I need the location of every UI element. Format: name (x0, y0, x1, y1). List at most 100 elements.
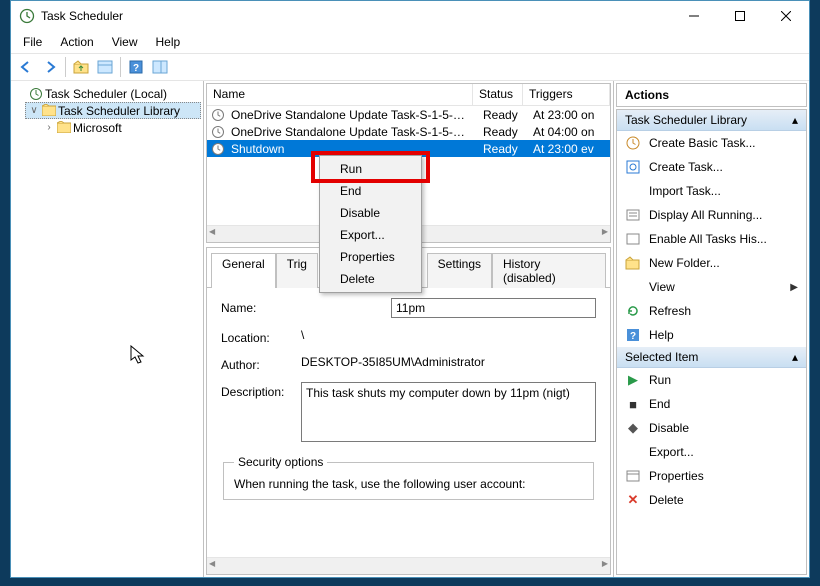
actions-pane: Actions Task Scheduler Library ▴ Create … (614, 81, 809, 577)
tab-body-general: Name: Location: \ Author: DESKTOP-35I85U… (207, 287, 610, 517)
action-new-folder[interactable]: New Folder... (617, 251, 806, 275)
action-view[interactable]: View▶ (617, 275, 806, 299)
menu-file[interactable]: File (15, 33, 50, 51)
clock-icon (211, 125, 225, 139)
back-button[interactable] (15, 56, 37, 78)
action-delete[interactable]: ✕Delete (617, 488, 806, 512)
tree-library-label: Task Scheduler Library (58, 104, 180, 118)
import-icon (625, 183, 641, 199)
window-title: Task Scheduler (41, 9, 671, 23)
action-disable[interactable]: ◆Disable (617, 416, 806, 440)
menubar: File Action View Help (11, 31, 809, 53)
actions-section-selected[interactable]: Selected Item ▴ (617, 347, 806, 368)
tree-microsoft-label: Microsoft (73, 121, 122, 135)
maximize-button[interactable] (717, 1, 763, 31)
ctx-end[interactable]: End (322, 180, 419, 202)
task-row[interactable]: OneDrive Standalone Update Task-S-1-5-21… (207, 123, 610, 140)
ctx-disable[interactable]: Disable (322, 202, 419, 224)
action-export[interactable]: Export... (617, 440, 806, 464)
actions-header: Actions (616, 83, 807, 107)
description-field[interactable] (301, 382, 596, 442)
stop-icon: ■ (625, 396, 641, 412)
tree-root[interactable]: Task Scheduler (Local) (13, 85, 201, 102)
delete-icon: ✕ (625, 492, 641, 508)
action-end[interactable]: ■End (617, 392, 806, 416)
actions-section-library[interactable]: Task Scheduler Library ▴ (617, 110, 806, 131)
action-create-basic-task[interactable]: Create Basic Task... (617, 131, 806, 155)
collapse-triangle-icon: ▴ (792, 350, 798, 364)
up-folder-button[interactable] (70, 56, 92, 78)
tab-history[interactable]: History (disabled) (492, 253, 606, 288)
svg-text:?: ? (133, 63, 139, 74)
play-icon: ▶ (625, 372, 641, 388)
action-refresh[interactable]: Refresh (617, 299, 806, 323)
folder-icon (57, 121, 71, 135)
expand-icon[interactable]: ∨ (28, 105, 40, 116)
tree-microsoft[interactable]: › Microsoft (41, 119, 201, 136)
tab-general[interactable]: General (211, 253, 276, 288)
ctx-delete[interactable]: Delete (322, 268, 419, 290)
properties-button[interactable] (94, 56, 116, 78)
name-field[interactable] (391, 298, 596, 318)
list-header[interactable]: Name Status Triggers (207, 84, 610, 106)
security-legend: Security options (234, 455, 327, 469)
expand-icon[interactable]: › (43, 122, 55, 133)
forward-button[interactable] (39, 56, 61, 78)
column-status[interactable]: Status (473, 84, 523, 105)
context-menu[interactable]: Run End Disable Export... Properties Del… (319, 155, 422, 293)
refresh-icon (625, 303, 641, 319)
tab-triggers[interactable]: Trig (276, 253, 318, 288)
author-value: DESKTOP-35I85UM\Administrator (301, 355, 596, 369)
menu-help[interactable]: Help (148, 33, 189, 51)
disable-icon: ◆ (625, 420, 641, 436)
svg-text:?: ? (630, 331, 636, 342)
history-icon (625, 231, 641, 247)
action-create-task[interactable]: Create Task... (617, 155, 806, 179)
help-button[interactable]: ? (125, 56, 147, 78)
app-icon (19, 8, 35, 24)
wizard-icon (625, 135, 641, 151)
detail-h-scrollbar[interactable] (207, 557, 610, 574)
clock-icon (211, 108, 225, 122)
security-options-group: Security options When running the task, … (223, 455, 594, 500)
task-icon (625, 159, 641, 175)
tab-settings[interactable]: Settings (427, 253, 492, 288)
tree-root-label: Task Scheduler (Local) (45, 87, 167, 101)
action-help[interactable]: ?Help (617, 323, 806, 347)
titlebar[interactable]: Task Scheduler (11, 1, 809, 31)
task-row[interactable]: OneDrive Standalone Update Task-S-1-5-21… (207, 106, 610, 123)
toolbar: ? (11, 53, 809, 81)
column-triggers[interactable]: Triggers (523, 84, 610, 105)
export-icon (625, 444, 641, 460)
detail-pane: General Trig s Settings History (disable… (206, 247, 611, 575)
action-run[interactable]: ▶Run (617, 368, 806, 392)
action-import-task[interactable]: Import Task... (617, 179, 806, 203)
tree-library[interactable]: ∨ Task Scheduler Library (25, 102, 201, 119)
author-label: Author: (221, 355, 301, 372)
ctx-properties[interactable]: Properties (322, 246, 419, 268)
list-icon (625, 207, 641, 223)
collapse-triangle-icon: ▴ (792, 113, 798, 127)
pane-button[interactable] (149, 56, 171, 78)
action-display-running[interactable]: Display All Running... (617, 203, 806, 227)
security-text: When running the task, use the following… (234, 477, 583, 491)
help-icon: ? (625, 327, 641, 343)
ctx-export[interactable]: Export... (322, 224, 419, 246)
action-enable-history[interactable]: Enable All Tasks His... (617, 227, 806, 251)
location-value: \ (301, 328, 596, 342)
scheduler-icon (29, 87, 43, 101)
menu-action[interactable]: Action (52, 33, 101, 51)
menu-view[interactable]: View (104, 33, 146, 51)
location-label: Location: (221, 328, 301, 345)
action-properties[interactable]: Properties (617, 464, 806, 488)
properties-icon (625, 468, 641, 484)
ctx-run[interactable]: Run (322, 158, 419, 180)
folder-new-icon (625, 255, 641, 271)
tree-pane[interactable]: Task Scheduler (Local) ∨ Task Scheduler … (11, 81, 204, 577)
name-label: Name: (221, 298, 301, 315)
close-button[interactable] (763, 1, 809, 31)
chevron-right-icon: ▶ (790, 282, 798, 293)
minimize-button[interactable] (671, 1, 717, 31)
description-label: Description: (221, 382, 301, 399)
column-name[interactable]: Name (207, 84, 473, 105)
